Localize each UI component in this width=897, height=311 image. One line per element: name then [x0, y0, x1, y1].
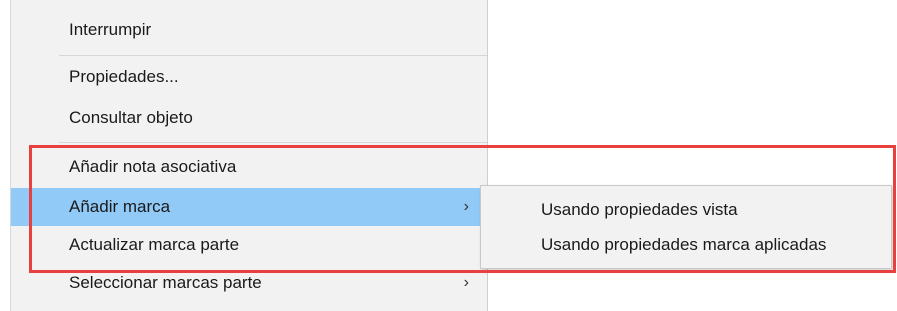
submenu: Usando propiedades vista Usando propieda… — [480, 185, 892, 269]
menu-item-actualizar-marca-parte[interactable]: Actualizar marca parte — [11, 226, 487, 264]
menu-item-label: Consultar objeto — [69, 108, 193, 127]
menu-separator — [59, 142, 487, 143]
menu-item-interrumpir[interactable]: Interrumpir — [11, 11, 487, 49]
menu-item-label: Propiedades... — [69, 67, 179, 86]
menu-item-label: Interrumpir — [69, 20, 152, 39]
submenu-item-usando-propiedades-marca-aplicadas[interactable]: Usando propiedades marca aplicadas — [481, 227, 891, 263]
menu-item-label: Añadir marca — [69, 197, 171, 216]
context-menu: Interrumpir Propiedades... Consultar obj… — [10, 0, 488, 311]
menu-item-label: Añadir nota asociativa — [69, 157, 237, 176]
menu-item-seleccionar-marcas-parte[interactable]: Seleccionar marcas parte › — [11, 264, 487, 302]
menu-item-label: Seleccionar marcas parte — [69, 273, 262, 292]
menu-item-anadir-marca[interactable]: Añadir marca › — [11, 188, 487, 226]
menu-item-label: Actualizar marca parte — [69, 235, 240, 254]
submenu-item-label: Usando propiedades marca aplicadas — [541, 235, 827, 254]
menu-item-anadir-nota-asociativa[interactable]: Añadir nota asociativa — [11, 148, 487, 186]
chevron-right-icon: › — [463, 198, 469, 215]
menu-item-consultar-objeto[interactable]: Consultar objeto — [11, 99, 487, 137]
chevron-right-icon: › — [463, 274, 469, 291]
menu-item-propiedades[interactable]: Propiedades... — [11, 58, 487, 96]
submenu-item-usando-propiedades-vista[interactable]: Usando propiedades vista — [481, 192, 891, 228]
submenu-item-label: Usando propiedades vista — [541, 200, 738, 219]
menu-separator — [59, 55, 487, 56]
